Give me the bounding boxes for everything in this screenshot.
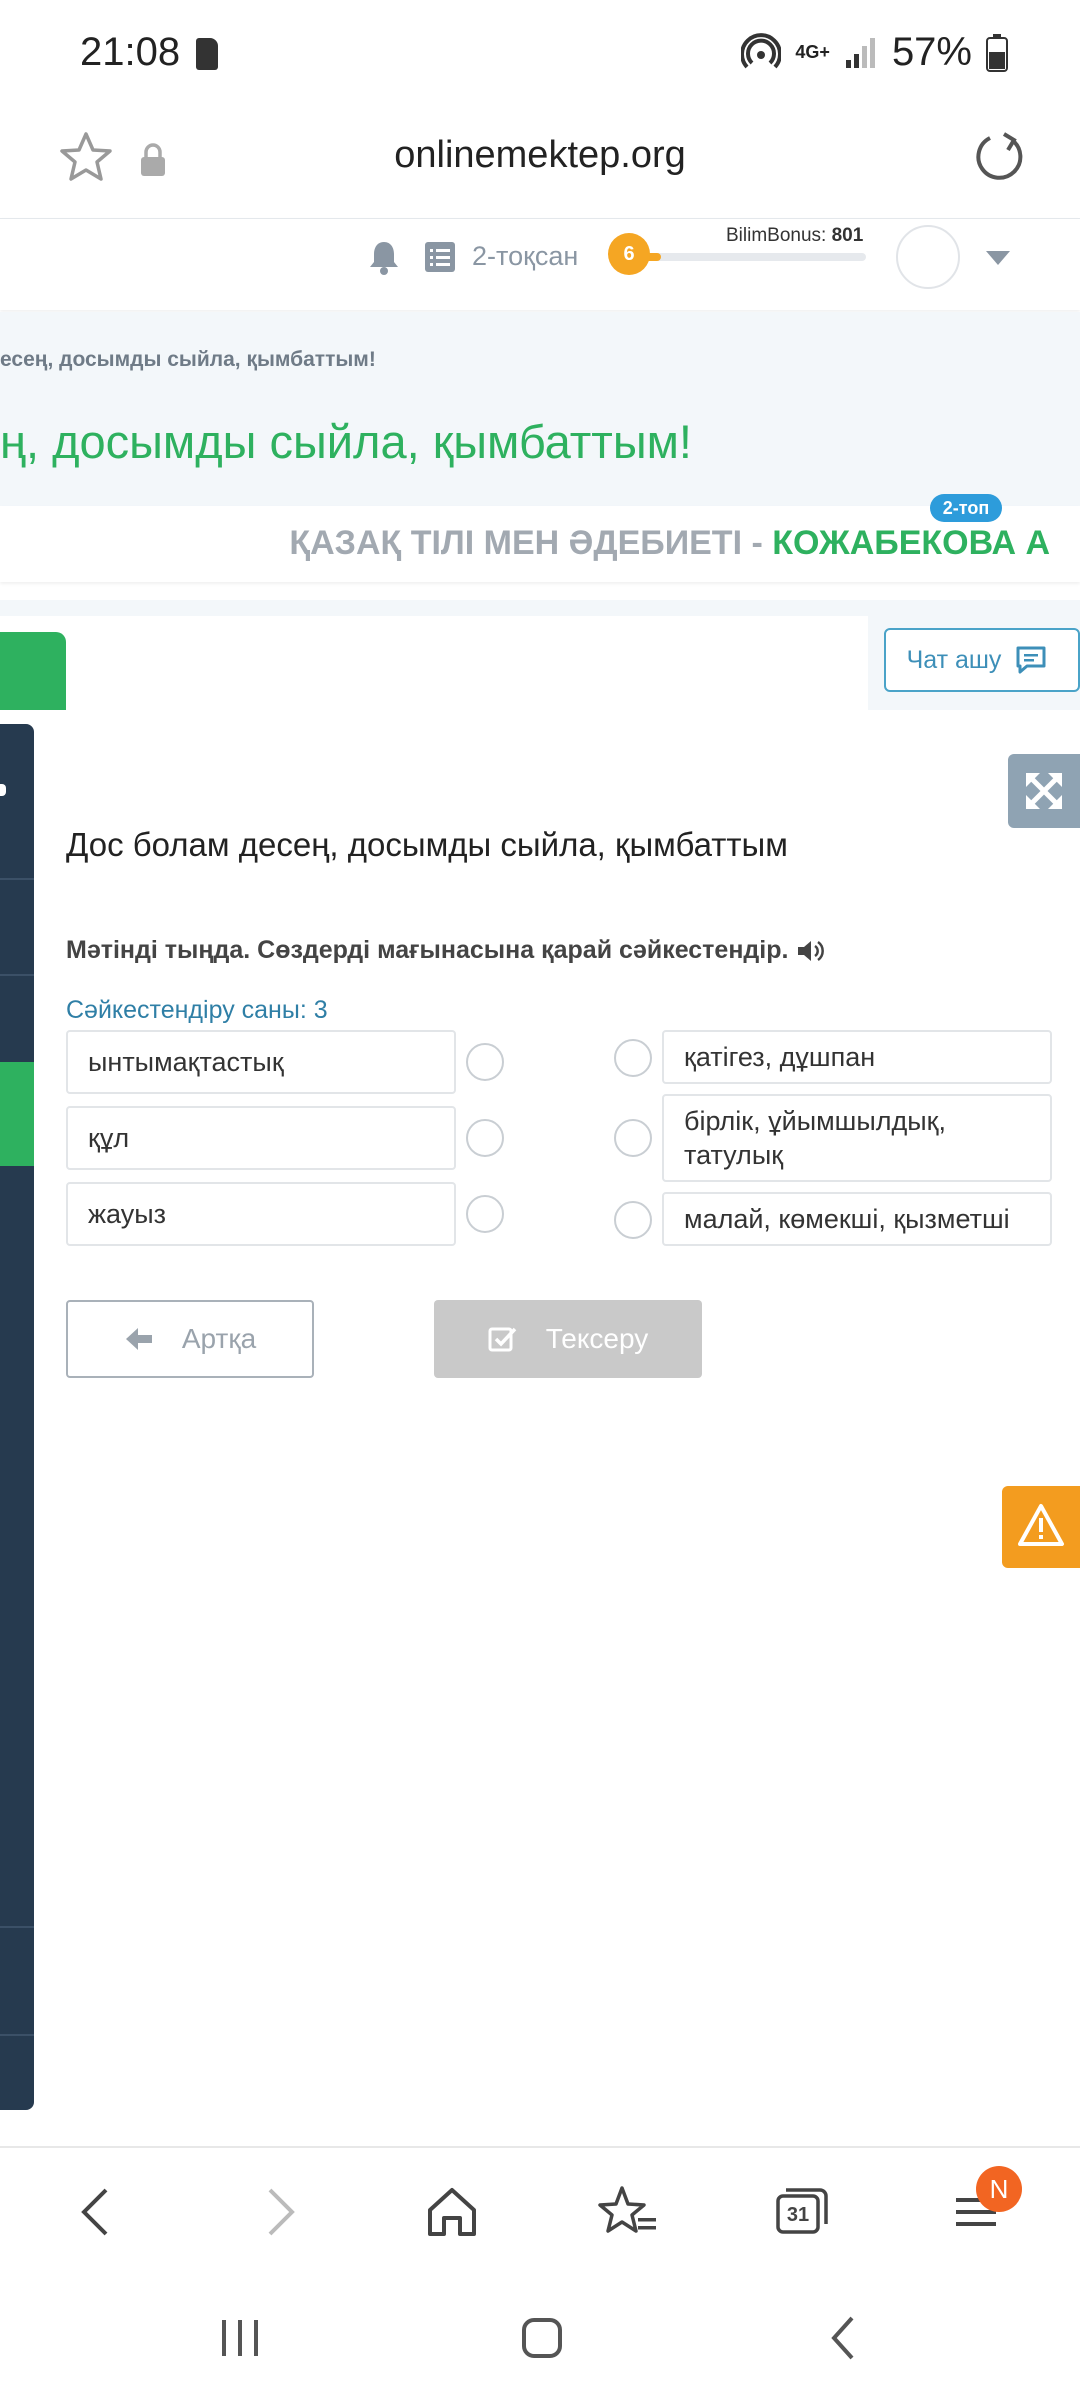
home-button-icon[interactable] (514, 2310, 570, 2366)
tab-panel (0, 616, 868, 710)
open-chat-button[interactable]: Чат ашу (884, 628, 1080, 692)
reload-icon[interactable] (968, 128, 1028, 188)
level-badge: 6 (608, 233, 650, 275)
group-badge: 2-топ (930, 494, 1002, 522)
tabs-button[interactable]: 31 (770, 2180, 834, 2244)
right-radio[interactable] (614, 1039, 652, 1077)
sidebar-divider (0, 878, 34, 880)
left-radio[interactable] (466, 1195, 504, 1233)
site-header: 2-тоқсан 6 BilimBonus: 801 (0, 218, 1080, 310)
avatar[interactable] (896, 225, 960, 289)
bilim-bonus: BilimBonus: 801 (726, 225, 863, 247)
teacher-name: КОЖАБЕКОВА А (772, 524, 1050, 562)
left-radio[interactable] (466, 1043, 504, 1081)
match-count: Сәйкестендіру саны: 3 (66, 996, 328, 1024)
right-radio[interactable] (614, 1119, 652, 1157)
left-radio[interactable] (466, 1119, 504, 1157)
left-item[interactable]: жауыз (66, 1182, 456, 1246)
sidebar-item-active[interactable] (0, 1062, 34, 1166)
left-item[interactable]: ынтымақтастық (66, 1030, 456, 1094)
content-area (0, 710, 1080, 2130)
bonus-progress-track (630, 253, 866, 261)
status-time: 21:08 (80, 30, 181, 74)
left-sidebar (0, 724, 34, 2110)
sd-card-icon (196, 38, 218, 70)
system-nav (0, 2276, 1080, 2400)
home-icon[interactable] (420, 2180, 484, 2244)
right-radio[interactable] (614, 1201, 652, 1239)
arrow-left-icon (125, 1328, 152, 1350)
back-icon[interactable] (66, 2180, 130, 2244)
subject-title: ҚАЗАҚ ТІЛІ МЕН ӘДЕБИЕТІ - КОЖАБЕКОВА А (289, 524, 1050, 563)
expand-icon (1026, 773, 1062, 809)
signal-icon (845, 37, 875, 68)
right-item[interactable]: малай, көмекші, қызметші (662, 1192, 1052, 1246)
open-chat-label: Чат ашу (906, 645, 1002, 674)
warning-icon (1018, 1504, 1064, 1546)
battery-icon (986, 33, 1008, 72)
status-right: 4G+ 57% (741, 30, 1008, 75)
lesson-header (0, 312, 1080, 506)
chevron-down-icon[interactable] (984, 249, 1012, 267)
tabs-count: 31 (786, 2204, 810, 2226)
sidebar-dot (0, 784, 6, 796)
chat-icon (1016, 646, 1046, 674)
task-title: Дос болам десең, досымды сыйла, қымбатты… (66, 826, 788, 863)
sidebar-divider (0, 974, 34, 976)
task-instruction: Мәтінді тыңда. Сөздерді мағынасына қарай… (66, 936, 825, 965)
sidebar-divider (0, 2034, 34, 2036)
check-label: Тексеру (545, 1323, 649, 1354)
report-button[interactable] (1002, 1486, 1080, 1568)
battery-text: 57% (891, 30, 972, 74)
url-text[interactable]: onlinemektep.org (0, 134, 1080, 177)
hotspot-icon (741, 32, 782, 68)
bookmarks-icon[interactable] (596, 2180, 660, 2244)
instruction-text: Мәтінді тыңда. Сөздерді мағынасына қарай… (66, 936, 789, 964)
active-tab[interactable] (0, 632, 66, 710)
bell-icon[interactable] (368, 239, 400, 275)
speaker-icon[interactable] (796, 939, 825, 963)
check-button[interactable]: Тексеру (434, 1300, 702, 1378)
lesson-title: ң, досымды сыйла, қымбаттым! (0, 415, 692, 468)
status-bar: 21:08 4G+ 57% (0, 0, 1080, 108)
back-button[interactable]: Артқа (66, 1300, 314, 1378)
forward-icon[interactable] (246, 2180, 310, 2244)
breadcrumb[interactable]: есең, досымды сыйла, қымбаттым! (0, 348, 376, 372)
browser-url-bar: onlinemektep.org (0, 108, 1080, 218)
subject-name: ҚАЗАҚ ТІЛІ МЕН ӘДЕБИЕТІ - (289, 524, 773, 562)
quarter-selector[interactable]: 2-тоқсан (472, 241, 578, 272)
right-item[interactable]: бірлік, ұйымшылдық, татулық (662, 1094, 1052, 1182)
subject-bar: ҚАЗАҚ ТІЛІ МЕН ӘДЕБИЕТІ - КОЖАБЕКОВА А (0, 506, 1080, 582)
back-label: Артқа (181, 1323, 257, 1354)
bonus-label: BilimBonus: (726, 225, 827, 246)
sidebar-divider (0, 1926, 34, 1928)
browser-nav: 31 N (0, 2146, 1080, 2276)
list-icon[interactable] (424, 241, 456, 273)
network-type: 4G+ (795, 42, 830, 62)
fullscreen-button[interactable] (1008, 754, 1080, 828)
checkbox-icon (488, 1327, 517, 1352)
recent-apps-icon[interactable] (212, 2310, 268, 2366)
left-item[interactable]: құл (66, 1106, 456, 1170)
bonus-value: 801 (831, 225, 864, 246)
notification-badge: N (976, 2166, 1022, 2212)
system-back-icon[interactable] (816, 2310, 872, 2366)
right-item[interactable]: қатігез, дұшпан (662, 1030, 1052, 1084)
